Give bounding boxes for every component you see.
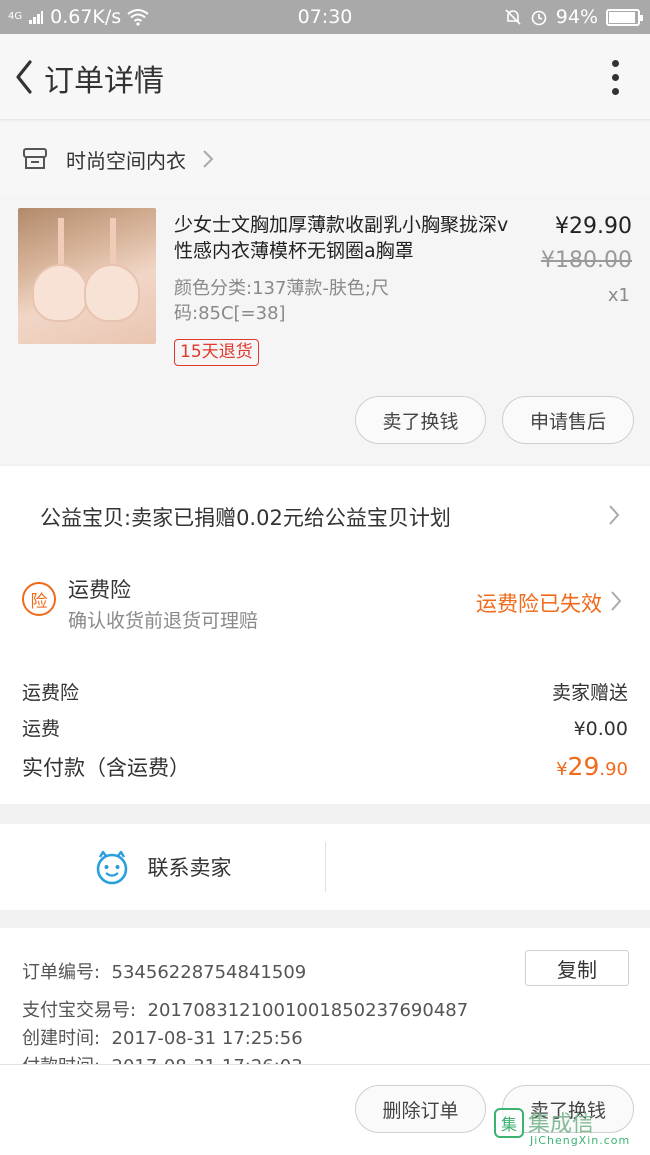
watermark-en: JiChengXin.com — [530, 1134, 631, 1147]
watermark-logo-icon: 集 — [494, 1108, 524, 1138]
status-bar: 4G 0.67K/s 07:30 94% — [0, 0, 650, 34]
insurance-desc: 确认收货前退货可理赔 — [68, 610, 259, 632]
back-icon[interactable] — [8, 56, 42, 98]
fee-shipping-label: 运费 — [22, 718, 61, 740]
after-sale-button[interactable]: 申请售后 — [502, 396, 634, 444]
chevron-right-icon — [203, 150, 214, 168]
contact-seller-label: 联系卖家 — [147, 856, 232, 880]
contact-seller-button[interactable]: 联系卖家 — [0, 824, 325, 910]
charity-row[interactable]: 公益宝贝:卖家已捐赠0.02元给公益宝贝计划 — [0, 466, 650, 566]
insurance-name: 运费险 — [68, 578, 131, 602]
product-sku: 颜色分类:137薄款-肤色;尺码:85C[=38] — [174, 278, 389, 324]
paid-label: 付款时间: — [22, 1052, 100, 1064]
page-title: 订单详情 — [44, 64, 164, 99]
shop-icon — [23, 148, 47, 169]
paid-time: 2017-08-31 17:26:03 — [112, 1056, 303, 1064]
insurance-status: 运费险已失效 — [476, 592, 602, 616]
chat-face-icon — [96, 850, 127, 885]
chevron-right-icon — [611, 591, 622, 611]
mute-bell-icon — [505, 9, 521, 25]
created-time: 2017-08-31 17:25:56 — [111, 1028, 303, 1049]
return-badge: 15天退货 — [174, 339, 259, 366]
charity-text: 公益宝贝:卖家已捐赠0.02元给公益宝贝计划 — [40, 506, 451, 530]
chevron-right-icon — [609, 505, 620, 525]
shop-row[interactable]: 时尚空间内衣 — [0, 122, 650, 196]
alipay-label: 支付宝交易号: — [22, 1000, 137, 1021]
watermark: 集 集成信 JiChengXin.com — [494, 1104, 644, 1154]
battery-icon — [606, 8, 643, 26]
fee-insurance-label: 运费险 — [22, 682, 80, 704]
order-item[interactable]: 少女士文胸加厚薄款收副乳小胸聚拢深v性感内衣薄模杯无钢圈a胸罩 颜色分类:137… — [0, 196, 650, 464]
insurance-icon: 险 — [22, 582, 56, 616]
battery-percent: 94% — [555, 6, 598, 28]
product-quantity: x1 — [607, 285, 630, 306]
copy-button[interactable]: 复制 — [525, 950, 629, 986]
alipay-no: 2017083121001001850237690487 — [147, 1000, 469, 1021]
delete-order-button[interactable]: 删除订单 — [355, 1085, 486, 1133]
contact-section: 联系卖家 — [0, 824, 650, 910]
original-price: ¥180.00 — [541, 248, 632, 273]
order-no-label: 订单编号: — [22, 962, 101, 983]
sell-button[interactable]: 卖了换钱 — [355, 396, 486, 444]
order-no: 53456228754841509 — [111, 962, 307, 983]
fee-summary: 运费险 卖家赠送 运费 ¥0.00 实付款（含运费） ¥29.90 — [0, 654, 650, 804]
more-icon[interactable] — [610, 58, 620, 98]
product-price: ¥29.90 — [555, 214, 632, 239]
total-dec: .90 — [599, 759, 628, 780]
product-title[interactable]: 少女士文胸加厚薄款收副乳小胸聚拢深v性感内衣薄模杯无钢圈a胸罩 — [174, 212, 524, 264]
total-label: 实付款（含运费） — [22, 756, 190, 780]
fee-insurance-value: 卖家赠送 — [551, 682, 628, 704]
created-label: 创建时间: — [22, 1028, 101, 1049]
fee-shipping-value: ¥0.00 — [573, 718, 628, 740]
total-currency: ¥ — [556, 759, 568, 780]
order-info: 订单编号: 53456228754841509 复制 支付宝交易号: 20170… — [0, 928, 650, 1064]
nav-bar: 订单详情 — [0, 34, 650, 120]
alarm-icon — [531, 10, 547, 26]
total-int: 29 — [567, 752, 600, 781]
product-image[interactable] — [18, 208, 156, 344]
shipping-insurance-row[interactable]: 险 运费险 确认收货前退货可理赔 运费险已失效 — [0, 566, 650, 654]
total-amount: ¥29.90 — [556, 752, 628, 781]
shop-name: 时尚空间内衣 — [66, 148, 186, 173]
divider — [325, 842, 326, 892]
